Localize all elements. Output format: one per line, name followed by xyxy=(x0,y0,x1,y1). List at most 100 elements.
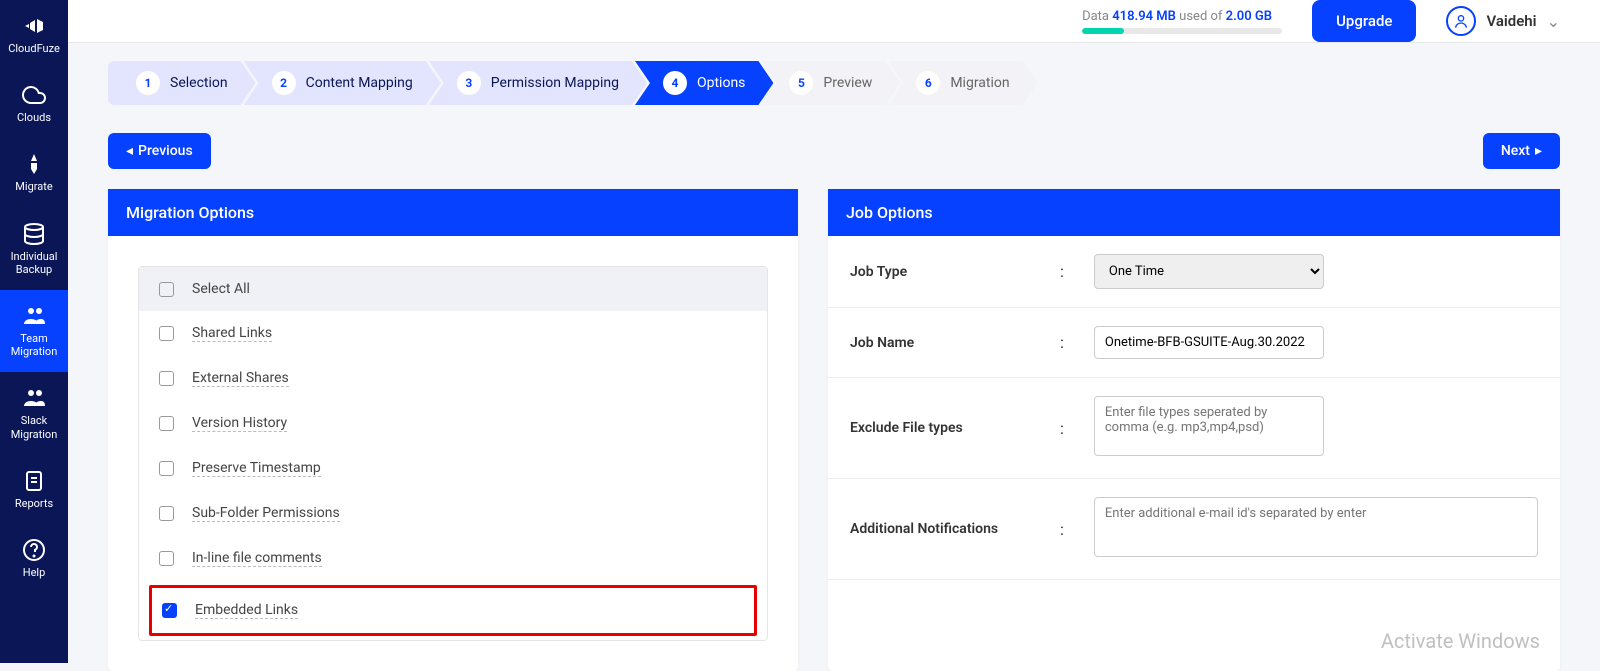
username: Vaidehi xyxy=(1486,12,1536,30)
sidebar-item-individual-backup[interactable]: Individual Backup xyxy=(0,208,68,290)
data-total-value: 2.00 GB xyxy=(1226,9,1272,24)
checkbox[interactable] xyxy=(159,551,174,566)
exclude-file-types-row: Exclude File types : xyxy=(828,378,1560,479)
step-label: Selection xyxy=(170,75,228,91)
sidebar-item-label: Slack Migration xyxy=(4,414,64,440)
sidebar-item-label: Team Migration xyxy=(4,332,64,358)
rocket-icon xyxy=(22,152,46,176)
step-label: Content Mapping xyxy=(306,75,413,91)
option-label: Shared Links xyxy=(192,325,272,342)
step-options[interactable]: 4 Options xyxy=(635,61,773,105)
job-type-row: Job Type : One Time xyxy=(828,236,1560,308)
sidebar-item-clouds[interactable]: Clouds xyxy=(0,69,68,138)
additional-notifications-label: Additional Notifications xyxy=(850,521,1050,537)
avatar-icon xyxy=(1446,6,1476,36)
data-progress-bar xyxy=(1082,28,1282,34)
select-all-row[interactable]: Select All xyxy=(139,267,767,311)
step-num: 5 xyxy=(789,71,813,95)
sidebar-item-reports[interactable]: Reports xyxy=(0,455,68,524)
step-label: Options xyxy=(697,75,745,91)
chevron-left-icon: ◂ xyxy=(126,143,133,159)
step-num: 1 xyxy=(136,71,160,95)
database-icon xyxy=(22,222,46,246)
job-name-label: Job Name xyxy=(850,335,1050,351)
option-label: Embedded Links xyxy=(195,602,298,619)
next-label: Next xyxy=(1501,143,1530,159)
colon: : xyxy=(1060,520,1064,539)
job-type-select[interactable]: One Time xyxy=(1094,254,1324,289)
logo-icon xyxy=(22,14,46,38)
job-type-label: Job Type xyxy=(850,264,1050,280)
migration-options-panel: Migration Options Select All Shared Link… xyxy=(108,189,798,671)
help-icon xyxy=(22,538,46,562)
chevron-right-icon: ▸ xyxy=(1535,143,1542,159)
checkbox[interactable] xyxy=(159,416,174,431)
job-name-row: Job Name : xyxy=(828,308,1560,378)
option-inline-file-comments[interactable]: In-line file comments xyxy=(139,536,767,581)
sidebar-item-label: Help xyxy=(23,566,46,579)
step-label: Migration xyxy=(950,75,1009,91)
checkbox[interactable] xyxy=(159,326,174,341)
data-used-value: 418.94 MB xyxy=(1112,9,1176,24)
sidebar-item-label: CloudFuze xyxy=(8,42,60,55)
sidebar-item-help[interactable]: Help xyxy=(0,524,68,593)
additional-notifications-input[interactable] xyxy=(1094,497,1538,557)
step-label: Preview xyxy=(823,75,872,91)
sidebar-item-label: Individual Backup xyxy=(4,250,64,276)
previous-button[interactable]: ◂ Previous xyxy=(108,133,211,169)
migration-options-title: Migration Options xyxy=(108,189,798,236)
step-num: 3 xyxy=(457,71,481,95)
step-num: 6 xyxy=(916,71,940,95)
header: Data 418.94 MB used of 2.00 GB Upgrade V… xyxy=(68,0,1600,43)
step-migration[interactable]: 6 Migration xyxy=(888,61,1037,105)
colon: : xyxy=(1060,262,1064,281)
step-wizard: 1 Selection 2Content Mapping 3 Permission … xyxy=(68,43,1600,105)
upgrade-button[interactable]: Upgrade xyxy=(1312,0,1416,42)
user-menu[interactable]: Vaidehi ⌄ xyxy=(1446,6,1560,36)
sidebar-item-label: Clouds xyxy=(17,111,51,124)
option-shared-links[interactable]: Shared Links xyxy=(139,311,767,356)
checkbox[interactable] xyxy=(159,461,174,476)
exclude-file-types-label: Exclude File types xyxy=(850,420,1050,436)
step-num: 4 xyxy=(663,71,687,95)
exclude-file-types-input[interactable] xyxy=(1094,396,1324,456)
option-label: In-line file comments xyxy=(192,550,322,567)
step-preview[interactable]: 5 Preview xyxy=(761,61,900,105)
sidebar-item-cloudfuze[interactable]: CloudFuze xyxy=(0,0,68,69)
sidebar: CloudFuze Clouds Migrate Individual Back… xyxy=(0,0,68,663)
option-external-shares[interactable]: External Shares xyxy=(139,356,767,401)
option-label: Sub-Folder Permissions xyxy=(192,505,340,522)
select-all-label: Select All xyxy=(192,281,250,297)
data-used-of: used of xyxy=(1179,9,1222,24)
sidebar-item-slack-migration[interactable]: Slack Migration xyxy=(0,372,68,454)
checkbox[interactable] xyxy=(162,603,177,618)
step-label: Permission Mapping xyxy=(491,75,619,91)
step-content-mapping[interactable]: 2Content Mapping xyxy=(244,61,441,105)
option-version-history[interactable]: Version History xyxy=(139,401,767,446)
slack-icon xyxy=(22,386,46,410)
option-label: External Shares xyxy=(192,370,289,387)
sidebar-item-migrate[interactable]: Migrate xyxy=(0,138,68,207)
sidebar-item-label: Migrate xyxy=(15,180,52,193)
checkbox[interactable] xyxy=(159,506,174,521)
data-usage: Data 418.94 MB used of 2.00 GB xyxy=(1082,9,1282,34)
job-options-panel: Job Options Job Type : One Time Job Name… xyxy=(828,189,1560,671)
next-button[interactable]: Next ▸ xyxy=(1483,133,1560,169)
job-name-input[interactable] xyxy=(1094,326,1324,359)
step-permission-mapping[interactable]: 3 Permission Mapping xyxy=(429,61,647,105)
previous-label: Previous xyxy=(138,143,193,159)
select-all-checkbox[interactable] xyxy=(159,282,174,297)
sidebar-item-team-migration[interactable]: Team Migration xyxy=(0,290,68,372)
report-icon xyxy=(22,469,46,493)
checkbox[interactable] xyxy=(159,371,174,386)
option-subfolder-permissions[interactable]: Sub-Folder Permissions xyxy=(139,491,767,536)
option-embedded-links[interactable]: Embedded Links xyxy=(149,585,757,636)
team-icon xyxy=(22,304,46,328)
option-preserve-timestamp[interactable]: Preserve Timestamp xyxy=(139,446,767,491)
additional-notifications-row: Additional Notifications : xyxy=(828,479,1560,580)
data-label: Data xyxy=(1082,9,1109,24)
step-selection[interactable]: 1 Selection xyxy=(108,61,256,105)
colon: : xyxy=(1060,333,1064,352)
option-label: Version History xyxy=(192,415,287,432)
job-options-title: Job Options xyxy=(828,189,1560,236)
